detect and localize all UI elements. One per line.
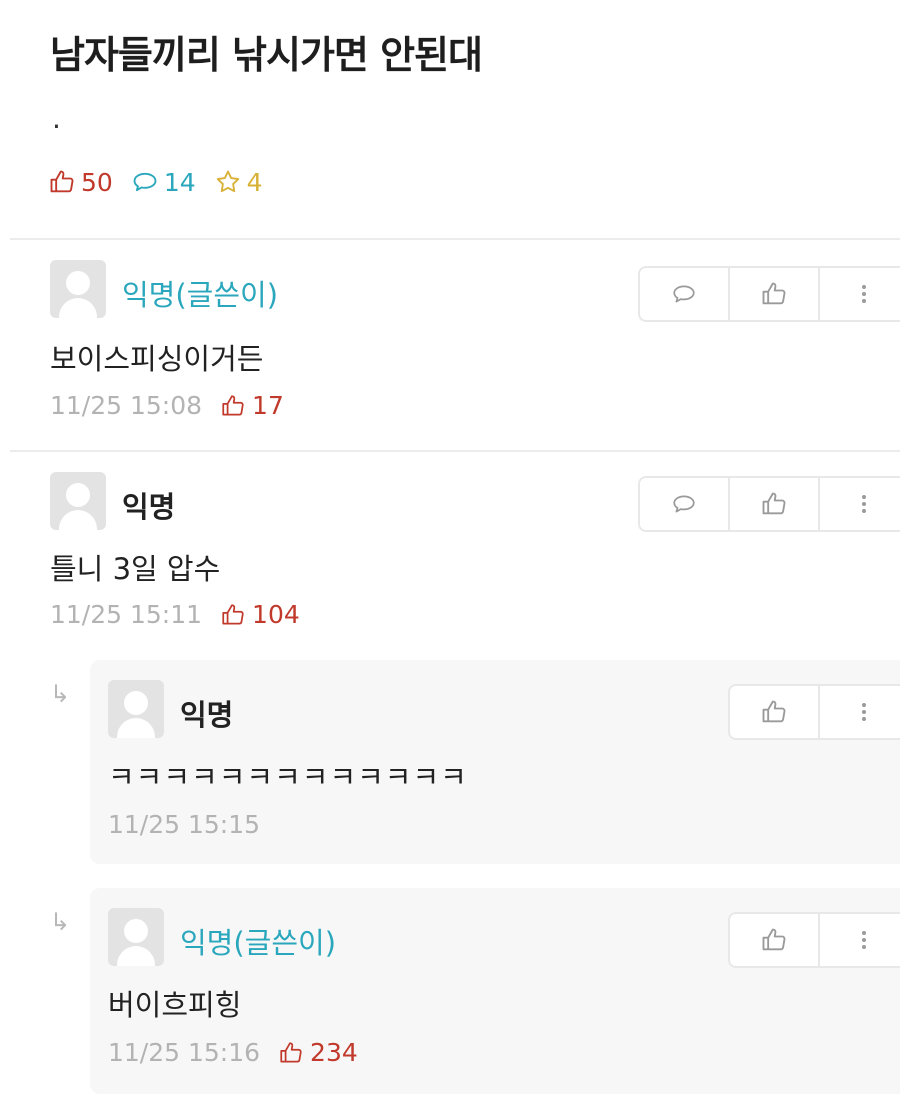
comment-like-value: 104: [252, 600, 300, 629]
post-stats: 50 14 4: [48, 164, 281, 200]
comment-actions: [638, 476, 900, 532]
thumbs-up-icon: [762, 700, 786, 723]
thumbs-up-icon: [762, 928, 786, 951]
thumbs-up-icon: [222, 603, 244, 625]
post-comment-count[interactable]: 14: [131, 168, 196, 197]
post-scrap-value: 4: [246, 167, 263, 197]
comment-text: 버이흐피힝: [108, 988, 242, 1022]
comment-author: 익명(글쓴이): [122, 278, 279, 312]
reply-item: 익명 ㅋㅋㅋㅋㅋㅋㅋㅋㅋㅋㅋㅋㅋ 11/25 15:15: [90, 660, 900, 864]
avatar: [108, 908, 164, 966]
comment-author: 익명: [180, 698, 234, 732]
comment-meta: 11/25 15:16 234: [108, 1038, 358, 1067]
more-button[interactable]: [820, 268, 900, 320]
reply-button[interactable]: [640, 478, 730, 530]
post-scrap-count[interactable]: 4: [214, 168, 263, 197]
more-button[interactable]: [820, 478, 900, 530]
reply-button[interactable]: [640, 268, 730, 320]
comment-meta: 11/25 15:15: [108, 810, 278, 839]
speech-bubble-icon: [673, 495, 695, 513]
avatar: [50, 472, 106, 530]
comment-actions: [728, 912, 900, 968]
post-like-count[interactable]: 50: [48, 168, 113, 197]
comment-actions: [638, 266, 900, 322]
comment-meta: 11/25 15:11 104: [50, 600, 300, 629]
thumbs-up-icon: [762, 492, 786, 515]
comment-time: 11/25 15:08: [50, 391, 203, 420]
comment-author: 익명(글쓴이): [180, 926, 337, 960]
reply-item: 익명(글쓴이) 버이흐피힝 11/25 15:16 234: [90, 888, 900, 1094]
comment-author: 익명: [122, 490, 176, 524]
comment-like-count: 234: [278, 1038, 358, 1067]
comment-like-count: 17: [220, 391, 284, 420]
comment-actions: [728, 684, 900, 740]
star-icon: [216, 170, 239, 193]
like-button[interactable]: [730, 686, 820, 738]
reply-arrow-icon: ↳: [50, 680, 71, 708]
like-button[interactable]: [730, 268, 820, 320]
reply-arrow-icon: ↳: [50, 908, 71, 936]
comment-like-value: 234: [310, 1038, 358, 1067]
thumbs-up-icon: [762, 282, 786, 305]
avatar: [50, 260, 106, 318]
post-like-value: 50: [81, 167, 113, 197]
more-vertical-icon: [862, 931, 866, 949]
comment-time: 11/25 15:15: [108, 810, 261, 839]
comment-time: 11/25 15:11: [50, 600, 203, 629]
more-button[interactable]: [820, 686, 900, 738]
avatar: [108, 680, 164, 738]
section-divider: [10, 238, 900, 240]
comment-divider: [10, 450, 900, 452]
post-body: .: [52, 102, 61, 135]
like-button[interactable]: [730, 914, 820, 966]
thumbs-up-icon: [280, 1041, 302, 1063]
post-comment-value: 14: [163, 167, 196, 197]
thumbs-up-icon: [50, 170, 74, 193]
comment-like-count: 104: [220, 600, 300, 629]
thumbs-up-icon: [222, 394, 244, 416]
speech-bubble-icon: [133, 172, 157, 192]
speech-bubble-icon: [673, 285, 695, 303]
comment-time: 11/25 15:16: [108, 1038, 261, 1067]
comment-like-value: 17: [252, 391, 284, 420]
more-vertical-icon: [862, 495, 866, 513]
comment-text: ㅋㅋㅋㅋㅋㅋㅋㅋㅋㅋㅋㅋㅋ: [108, 760, 468, 794]
post-title: 남자들끼리 낚시가면 안된대: [50, 33, 483, 77]
comment-text: 틀니 3일 압수: [50, 552, 221, 586]
comment-meta: 11/25 15:08 17: [50, 391, 284, 420]
comment-text: 보이스피싱이거든: [50, 342, 264, 376]
more-vertical-icon: [862, 285, 866, 303]
more-button[interactable]: [820, 914, 900, 966]
more-vertical-icon: [862, 703, 866, 721]
like-button[interactable]: [730, 478, 820, 530]
